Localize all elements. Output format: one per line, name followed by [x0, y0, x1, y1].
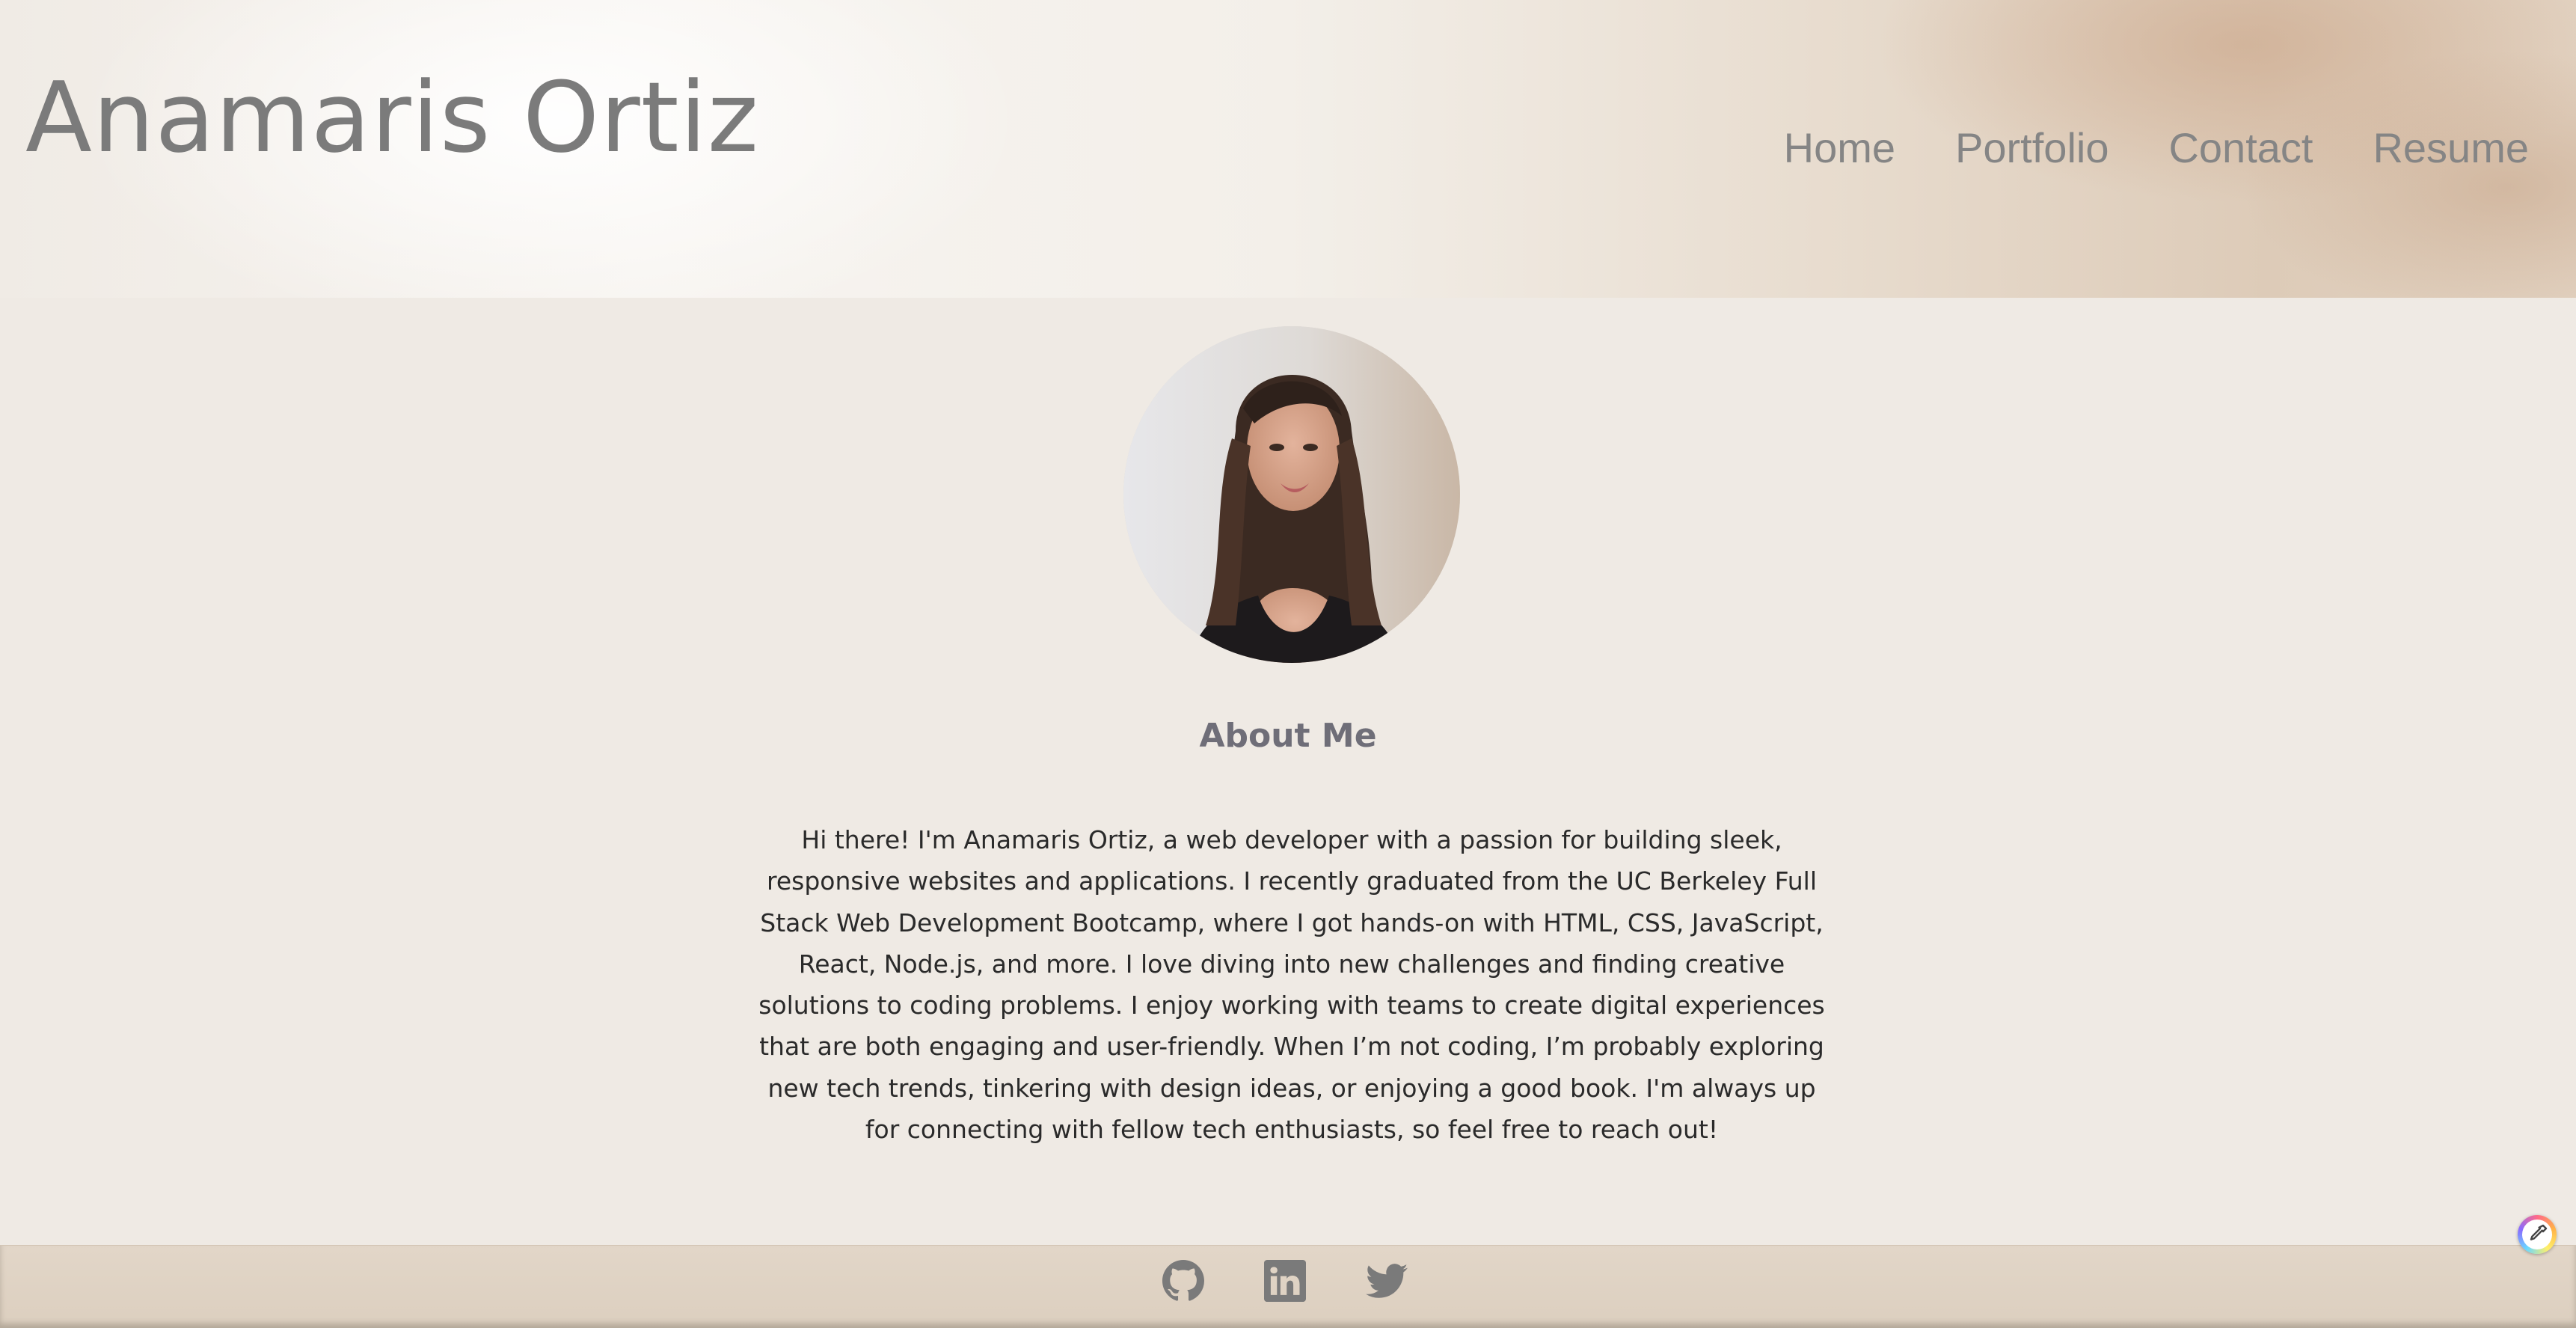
github-icon[interactable] [1162, 1260, 1204, 1302]
twitter-icon[interactable] [1366, 1260, 1408, 1302]
main-nav: Home Portfolio Contact Resume [1784, 127, 2529, 169]
profile-avatar [1123, 326, 1460, 663]
extension-button[interactable] [2518, 1215, 2557, 1254]
linkedin-icon[interactable] [1264, 1260, 1306, 1302]
nav-home-link[interactable]: Home [1784, 127, 1895, 169]
nav-contact-link[interactable]: Contact [2168, 127, 2313, 169]
eyedropper-icon [2530, 1224, 2548, 1240]
site-header: Anamaris Ortiz Home Portfolio Contact Re… [0, 0, 2576, 298]
about-paragraph: Hi there! I'm Anamaris Ortiz, a web deve… [758, 825, 1825, 1145]
profile-photo [1123, 326, 1460, 663]
site-title: Anamaris Ortiz [25, 61, 760, 174]
nav-resume-link[interactable]: Resume [2373, 127, 2529, 169]
nav-portfolio-link[interactable]: Portfolio [1955, 127, 2109, 169]
about-heading: About Me [1199, 717, 1377, 755]
